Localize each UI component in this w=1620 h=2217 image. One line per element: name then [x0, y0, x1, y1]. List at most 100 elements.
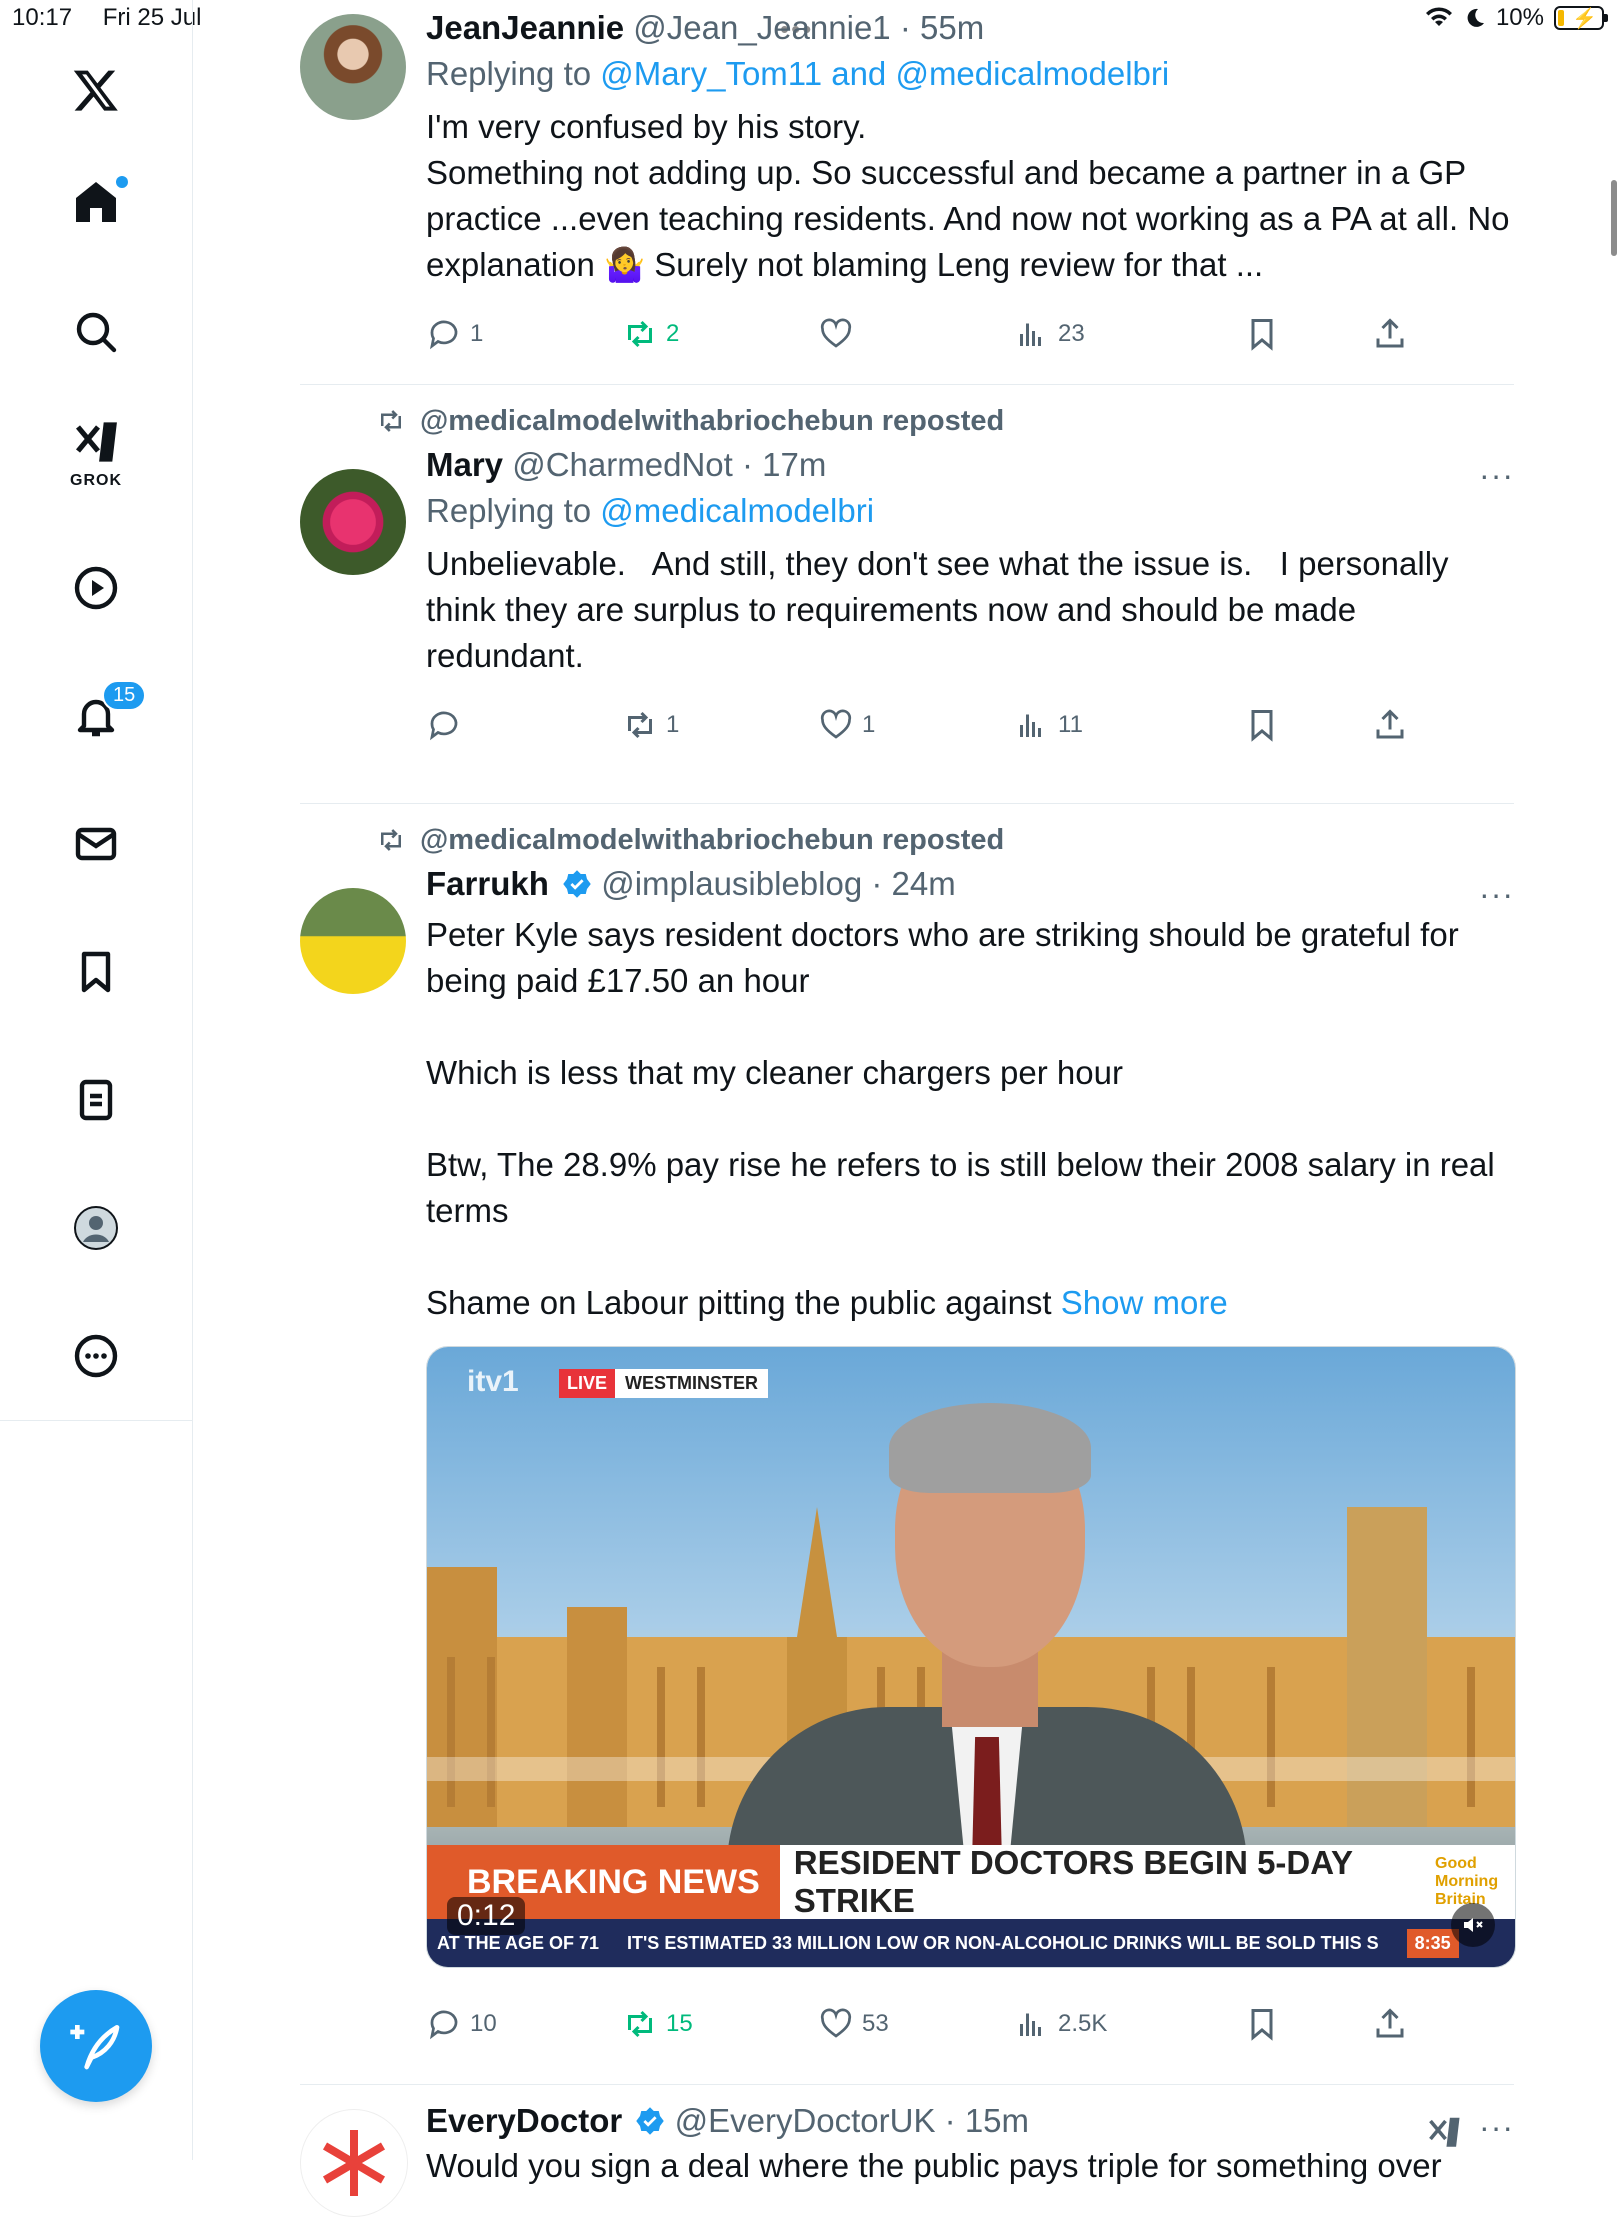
views-button[interactable]: 11	[1014, 707, 1083, 743]
replying-to: Replying to @Mary_Tom11 and @medicalmode…	[426, 50, 1514, 98]
tweet-header: EveryDoctor @EveryDoctorUK · 15m	[426, 2099, 1514, 2143]
like-button[interactable]	[818, 316, 862, 352]
tweet-text: Unbelievable. And still, they don't see …	[426, 545, 1458, 674]
heart-icon	[820, 318, 852, 348]
video-player[interactable]: itv1 LIVE WESTMINSTER BREAKING NEWS RESI…	[426, 1346, 1516, 1968]
tweet[interactable]: JeanJeannie @Jean_Jeannie1 · 55m Replyin…	[300, 0, 1514, 385]
sidebar-divider	[192, 1420, 193, 2160]
sidebar-item-more[interactable]	[56, 1316, 136, 1396]
tweet-time[interactable]: 24m	[892, 865, 956, 902]
bookmark-icon	[1251, 2009, 1273, 2041]
sidebar-item-notifications[interactable]: 15	[56, 676, 147, 756]
list-document-icon	[79, 1079, 113, 1121]
like-button[interactable]: 53	[818, 2006, 889, 2042]
share-button[interactable]	[1372, 2006, 1408, 2042]
replying-to-links[interactable]: @Mary_Tom11 and @medicalmodelbri	[600, 55, 1169, 92]
reply-button[interactable]: 1	[426, 316, 483, 352]
ticker-text-2: IT'S ESTIMATED 33 MILLION LOW OR NON-ALC…	[627, 1932, 1379, 1953]
sidebar-item-lists[interactable]	[56, 1060, 136, 1140]
show-more-link[interactable]: Show more	[1061, 1284, 1228, 1321]
search-icon	[76, 312, 117, 353]
more-options-button[interactable]: ···	[1479, 876, 1514, 913]
everydoctor-logo-icon	[322, 2130, 386, 2196]
separator-dot: ·	[935, 2102, 965, 2139]
repost-indicator: @medicalmodelwithabriochebun reposted	[376, 818, 1514, 862]
sidebar-item-search[interactable]	[56, 292, 136, 372]
x-logo-icon[interactable]	[56, 50, 136, 130]
sidebar-item-home[interactable]	[56, 162, 136, 242]
sidebar-nav: GROK 15	[0, 0, 193, 1421]
reposted-by[interactable]: @medicalmodelwithabriochebun reposted	[420, 399, 1004, 443]
share-icon	[1376, 318, 1404, 348]
reposted-by[interactable]: @medicalmodelwithabriochebun reposted	[420, 818, 1004, 862]
bookmark-icon	[1251, 319, 1273, 351]
tweet-text: I'm very confused by his story. Somethin…	[426, 108, 1510, 283]
like-button[interactable]: 1	[818, 707, 875, 743]
tweet[interactable]: @medicalmodelwithabriochebun reposted ··…	[300, 818, 1516, 2085]
sidebar-item-bookmarks[interactable]	[56, 932, 136, 1012]
views-count: 23	[1058, 320, 1085, 347]
battery-icon: ⚡	[1554, 6, 1608, 30]
scrollbar[interactable]	[1611, 180, 1617, 256]
bookmark-icon	[1251, 710, 1273, 742]
bookmark-button[interactable]	[1244, 707, 1280, 743]
more-options-button[interactable]: ···	[1479, 2109, 1514, 2146]
more-options-button[interactable]: ···	[1479, 457, 1514, 494]
repost-button[interactable]: 1	[622, 707, 679, 743]
author-handle[interactable]: @EveryDoctorUK	[675, 2102, 936, 2139]
tweet-header: Farrukh @implausibleblog · 24m	[426, 862, 1514, 906]
tweet-time[interactable]: 17m	[762, 446, 826, 483]
play-circle-icon	[74, 566, 118, 610]
author-handle[interactable]: @implausibleblog	[601, 865, 862, 902]
sidebar-item-messages[interactable]	[56, 804, 136, 884]
bookmark-icon	[81, 951, 111, 993]
sidebar-item-grok[interactable]: GROK	[56, 412, 136, 492]
author-name[interactable]: Farrukh	[426, 865, 549, 902]
tweet[interactable]: ··· EveryDoctor @EveryDoctorUK · 15m Wou…	[300, 2085, 1514, 2217]
ticker-text-1: AT THE AGE OF 71	[437, 1932, 600, 1953]
reply-icon	[429, 711, 458, 741]
repost-button[interactable]: 2	[622, 316, 679, 352]
repost-button[interactable]: 15	[622, 2006, 693, 2042]
tweet-time[interactable]: 15m	[965, 2102, 1029, 2139]
separator-dot: ·	[732, 446, 763, 483]
headline: RESIDENT DOCTORS BEGIN 5-DAY STRIKE	[779, 1844, 1435, 1919]
envelope-icon	[75, 827, 117, 861]
views-button[interactable]: 2.5K	[1014, 2006, 1107, 2042]
share-button[interactable]	[1372, 707, 1408, 743]
views-button[interactable]: 23	[1014, 316, 1085, 352]
replying-to-links[interactable]: @medicalmodelbri	[600, 492, 874, 529]
bookmark-button[interactable]	[1244, 2006, 1280, 2042]
author-handle[interactable]: @Jean_Jeannie1	[633, 9, 890, 46]
author-name[interactable]: JeanJeannie	[426, 9, 624, 46]
separator-dot: ·	[862, 865, 892, 902]
grok-icon[interactable]	[1426, 2115, 1462, 2151]
tweet[interactable]: @medicalmodelwithabriochebun reposted ··…	[300, 399, 1514, 804]
repost-icon	[381, 829, 401, 851]
reply-button[interactable]: 10	[426, 2006, 497, 2042]
mute-button[interactable]	[1451, 1903, 1495, 1947]
sidebar-item-profile[interactable]	[56, 1188, 136, 1268]
tweet-actions: 10 15 53 2.5K	[426, 1988, 1514, 2060]
avatar[interactable]	[300, 469, 406, 575]
heart-icon	[820, 2008, 852, 2038]
share-button[interactable]	[1372, 316, 1408, 352]
share-icon	[1376, 2008, 1404, 2038]
views-chart-icon	[1020, 323, 1041, 346]
tweet-text-body: Peter Kyle says resident doctors who are…	[426, 916, 1495, 1321]
reply-button[interactable]	[426, 707, 470, 743]
bookmark-button[interactable]	[1244, 316, 1280, 352]
repost-icon	[628, 2010, 652, 2038]
avatar[interactable]	[300, 888, 406, 994]
author-name[interactable]: EveryDoctor	[426, 2102, 622, 2139]
tweet-time[interactable]: 55m	[920, 9, 984, 46]
replying-prefix: Replying to	[426, 55, 601, 92]
compose-post-button[interactable]	[40, 1990, 152, 2102]
reply-count: 10	[470, 2010, 497, 2037]
tweet-text: Peter Kyle says resident doctors who are…	[426, 912, 1514, 1326]
author-name[interactable]: Mary	[426, 446, 503, 483]
avatar[interactable]	[300, 14, 406, 120]
avatar[interactable]	[300, 2109, 408, 2217]
sidebar-item-video[interactable]	[56, 548, 136, 628]
author-handle[interactable]: @CharmedNot	[512, 446, 733, 483]
